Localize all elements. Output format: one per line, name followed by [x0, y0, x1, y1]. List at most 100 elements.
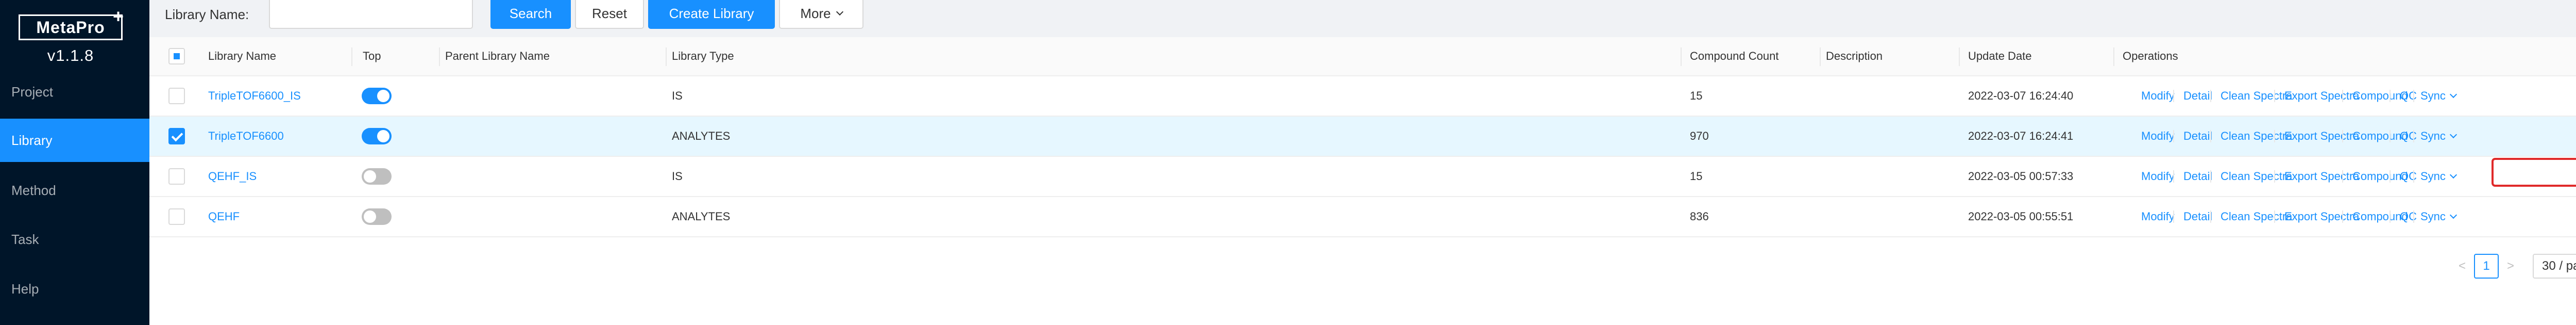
pagination-page-1[interactable]: 1 — [2474, 254, 2499, 279]
header-parent-library-name: Parent Library Name — [445, 50, 550, 62]
library-type: IS — [672, 89, 683, 102]
clean-spectra-link-label: Clean Spectra — [2221, 89, 2293, 102]
sync-dropdown[interactable]: Sync — [2420, 117, 2457, 156]
detail-link[interactable]: Detail — [2183, 117, 2212, 156]
page-size-value: 30 / page — [2542, 259, 2576, 273]
clean-spectra-link[interactable]: Clean Spectra — [2221, 117, 2292, 156]
update-date: 2022-03-07 16:24:41 — [1968, 129, 2074, 142]
modify-link[interactable]: Modify — [2141, 117, 2175, 156]
row-checkbox[interactable] — [168, 128, 185, 144]
sidebar-item-task[interactable]: Task — [0, 218, 149, 261]
export-spectra-link[interactable]: Export Spectra — [2284, 117, 2360, 156]
header-update-date: Update Date — [1968, 50, 2032, 62]
switch-knob — [377, 90, 389, 102]
clean-spectra-link[interactable]: Clean Spectra — [2221, 197, 2292, 236]
library-table-panel: Library Name Top Parent Library Name Lib… — [149, 37, 2576, 325]
header-top: Top — [363, 50, 381, 62]
export-spectra-link-label: Export Spectra — [2284, 89, 2360, 102]
select-all-checkbox[interactable] — [168, 48, 185, 64]
logo-text: MetaPro — [36, 18, 105, 37]
operation-separator — [2173, 76, 2174, 116]
table-header: Library Name Top Parent Library Name Lib… — [149, 37, 2576, 76]
detail-link[interactable]: Detail — [2183, 197, 2212, 236]
qc-link[interactable]: QC — [2400, 117, 2417, 156]
library-name-input[interactable] — [269, 0, 473, 29]
operation-separator — [2389, 76, 2391, 116]
modify-link[interactable]: Modify — [2141, 157, 2175, 196]
operation-separator — [2274, 76, 2275, 116]
table-row: TripleTOF6600 ANALYTES 970 2022-03-07 16:24… — [149, 117, 2576, 157]
top-toggle-switch[interactable] — [362, 168, 392, 185]
search-toolbar: Library Name: Search Reset Create Librar… — [149, 0, 2576, 32]
library-name-link[interactable]: TripleTOF6600 — [208, 117, 284, 156]
operation-separator — [2389, 157, 2391, 196]
sidebar-item-help[interactable]: Help — [0, 267, 149, 311]
sync-dropdown-label: Sync — [2420, 89, 2446, 102]
detail-link[interactable]: Detail — [2183, 76, 2212, 116]
export-spectra-link-label: Export Spectra — [2284, 170, 2360, 183]
sidebar-item-project[interactable]: Project — [0, 70, 149, 113]
clean-spectra-link-label: Clean Spectra — [2221, 170, 2293, 183]
switch-knob — [377, 130, 389, 142]
qc-link[interactable]: QC — [2400, 76, 2417, 116]
qc-link[interactable]: QC — [2400, 197, 2417, 236]
more-dropdown-button[interactable]: More — [779, 0, 863, 29]
operation-separator — [2173, 197, 2174, 236]
header-library-name: Library Name — [208, 50, 277, 62]
top-toggle-switch[interactable] — [362, 88, 392, 104]
sidebar-item-library[interactable]: Library — [0, 119, 149, 162]
row-checkbox[interactable] — [168, 208, 185, 225]
operation-separator — [2389, 197, 2391, 236]
export-spectra-link[interactable]: Export Spectra — [2284, 157, 2360, 196]
sync-dropdown[interactable]: Sync — [2420, 76, 2457, 116]
modify-link[interactable]: Modify — [2141, 197, 2175, 236]
page-size-select[interactable]: 30 / page — [2533, 254, 2576, 279]
qc-link[interactable]: QC — [2400, 157, 2417, 196]
export-spectra-link[interactable]: Export Spectra — [2284, 76, 2360, 116]
table-row: QEHF_IS IS 15 2022-03-05 00:57:33 Modify Deta… — [149, 157, 2576, 197]
modify-link-label: Modify — [2141, 210, 2175, 223]
chevron-down-icon — [2449, 211, 2457, 219]
create-library-button-label: Create Library — [669, 5, 754, 21]
operation-separator — [2342, 117, 2343, 156]
sidebar-item-label: Library — [11, 132, 53, 148]
pagination-next-button[interactable]: > — [2503, 254, 2518, 279]
row-checkbox[interactable] — [168, 168, 185, 185]
library-name-label: Library Name: — [165, 7, 249, 22]
sidebar-item-method[interactable]: Method — [0, 169, 149, 212]
export-spectra-link[interactable]: Export Spectra — [2284, 197, 2360, 236]
search-button[interactable]: Search — [490, 0, 571, 29]
qc-link-label: QC — [2400, 210, 2417, 223]
sidebar-item-label: Project — [11, 84, 53, 100]
reset-button-label: Reset — [592, 5, 627, 21]
modify-link-label: Modify — [2141, 170, 2175, 183]
modify-link[interactable]: Modify — [2141, 76, 2175, 116]
compound-count: 970 — [1690, 129, 1709, 142]
top-toggle-switch[interactable] — [362, 208, 392, 225]
pagination-prev-button[interactable]: < — [2454, 254, 2470, 279]
detail-link-label: Detail — [2183, 129, 2213, 142]
operation-separator — [2342, 76, 2343, 116]
chevron-down-icon — [2449, 171, 2457, 179]
clean-spectra-link-label: Clean Spectra — [2221, 210, 2293, 223]
operation-separator — [2413, 76, 2414, 116]
compound-count: 15 — [1690, 89, 1703, 102]
sync-dropdown[interactable]: Sync — [2420, 157, 2457, 196]
library-name-link[interactable]: TripleTOF6600_IS — [208, 76, 301, 116]
detail-link-label: Detail — [2183, 210, 2213, 223]
clean-spectra-link[interactable]: Clean Spectra — [2221, 157, 2292, 196]
logo-plus: + — [112, 6, 124, 27]
detail-link[interactable]: Detail — [2183, 157, 2212, 196]
operation-separator — [2274, 117, 2275, 156]
row-checkbox[interactable] — [168, 88, 185, 104]
sync-dropdown[interactable]: Sync — [2420, 197, 2457, 236]
operation-separator — [2413, 157, 2414, 196]
library-name-link[interactable]: QEHF — [208, 197, 240, 236]
create-library-button[interactable]: Create Library — [648, 0, 775, 29]
reset-button[interactable]: Reset — [575, 0, 644, 29]
library-name-link[interactable]: QEHF_IS — [208, 157, 257, 196]
clean-spectra-link[interactable]: Clean Spectra — [2221, 76, 2292, 116]
top-toggle-switch[interactable] — [362, 128, 392, 144]
operation-separator — [2389, 117, 2391, 156]
update-date: 2022-03-07 16:24:40 — [1968, 89, 2074, 102]
